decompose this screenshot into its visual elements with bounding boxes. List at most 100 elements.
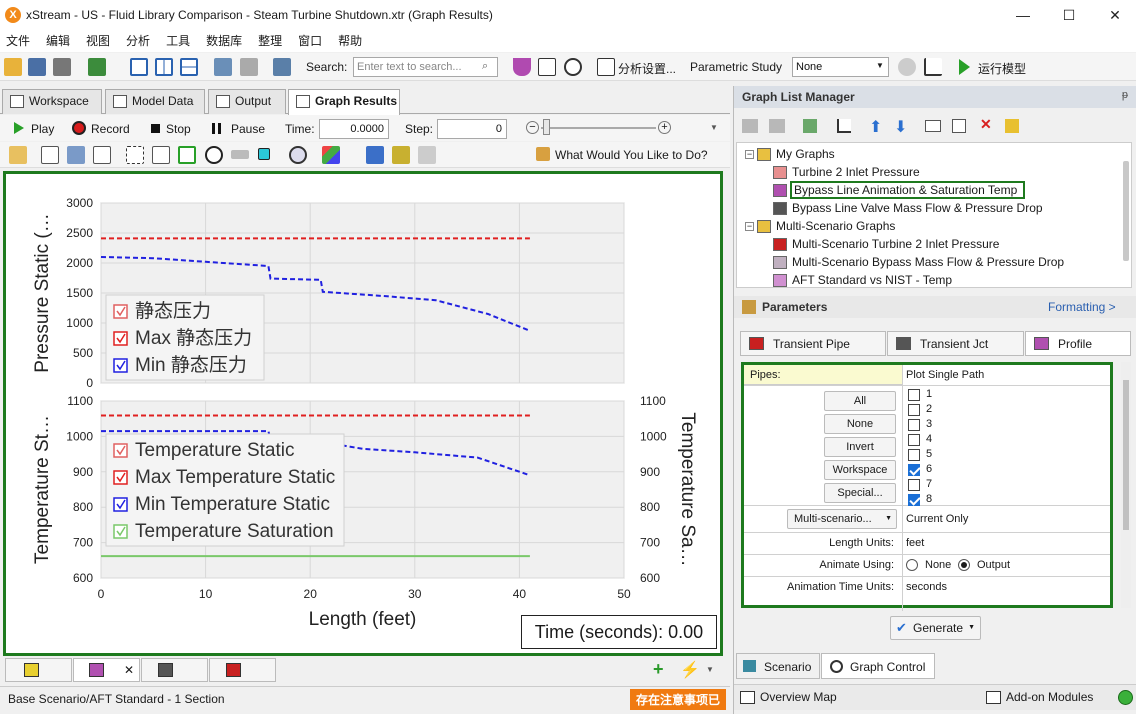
layout-split-horizontal-icon[interactable]	[180, 58, 198, 76]
pipe-checkbox[interactable]	[908, 449, 920, 461]
special-button[interactable]: Special...	[824, 483, 896, 503]
zoom-out-icon[interactable]: −	[526, 121, 539, 134]
chart-icon[interactable]	[924, 58, 942, 76]
tab-transient-jct[interactable]: Transient Jct	[887, 331, 1024, 356]
pipe-checkbox[interactable]	[908, 464, 920, 476]
scrollbar[interactable]	[1121, 362, 1131, 608]
close-button[interactable]: ✕	[1092, 0, 1136, 30]
chevron-down-icon[interactable]: ▼	[706, 665, 714, 674]
tab-graph-control[interactable]: Graph Control	[821, 653, 935, 679]
edit-graph-icon[interactable]	[9, 146, 27, 164]
play-button[interactable]: Play	[31, 122, 54, 136]
run-model-button[interactable]: 运行模型	[978, 60, 1026, 77]
network-icon[interactable]	[538, 58, 556, 76]
tree-graph-item[interactable]: Bypass Line Animation & Saturation Temp	[790, 181, 1026, 199]
add-series-icon[interactable]	[366, 146, 384, 164]
duplicate-icon[interactable]	[952, 119, 966, 133]
graph-tab-1[interactable]	[5, 658, 72, 682]
time-slider-handle[interactable]	[543, 119, 550, 135]
multi-scenario-select[interactable]: Multi-scenario... ▼	[787, 509, 897, 529]
tab-transient-pipe[interactable]: Transient Pipe	[740, 331, 886, 356]
step-input[interactable]: 0	[437, 119, 507, 139]
pipe-checkbox[interactable]	[908, 494, 920, 506]
crosshair-icon[interactable]	[205, 146, 223, 164]
move-down-icon[interactable]: ⬇	[894, 117, 907, 137]
menu-help[interactable]: 帮助	[330, 30, 370, 52]
tree-graph-item[interactable]: Turbine 2 Inlet Pressure	[792, 165, 920, 179]
none-button[interactable]: None	[824, 414, 896, 434]
line-style-icon[interactable]	[322, 146, 340, 164]
addon-modules-button[interactable]: Add-on Modules	[1006, 690, 1093, 704]
pipe-checkbox[interactable]	[908, 434, 920, 446]
graph-tab-4[interactable]	[209, 658, 276, 682]
checklist-icon[interactable]	[273, 58, 291, 76]
help-search-link[interactable]: What Would You Like to Do?	[555, 148, 708, 162]
analysis-settings-button[interactable]: 分析设置...	[618, 60, 676, 77]
run-icon[interactable]	[959, 59, 970, 75]
select-icon[interactable]	[126, 146, 144, 164]
parametric-study-select[interactable]: None	[792, 57, 889, 77]
gear-icon[interactable]	[564, 58, 582, 76]
length-units-value[interactable]: feet	[906, 537, 924, 549]
generate-button[interactable]: ✔ Generate ▼	[890, 616, 981, 640]
rename-icon[interactable]	[925, 120, 941, 132]
lightning-icon[interactable]: ⚡	[680, 660, 700, 680]
pause-button[interactable]: Pause	[231, 122, 265, 136]
formatting-link[interactable]: Formatting >	[1048, 300, 1116, 314]
tab-scenario[interactable]: Scenario	[736, 653, 820, 679]
search-input[interactable]: Enter text to search...	[353, 57, 498, 77]
new-folder-icon[interactable]	[742, 119, 758, 133]
menu-edit[interactable]: 编辑	[38, 30, 78, 52]
time-slider[interactable]	[541, 127, 656, 129]
tree-graph-item[interactable]: Multi-Scenario Turbine 2 Inlet Pressure	[792, 237, 999, 251]
legend-icon[interactable]	[152, 146, 170, 164]
menu-tools[interactable]: 工具	[158, 30, 198, 52]
collapse-icon[interactable]: −	[745, 222, 754, 231]
refresh-icon[interactable]	[803, 119, 817, 133]
hierarchy-icon[interactable]	[214, 58, 232, 76]
pipe-checkbox[interactable]	[908, 404, 920, 416]
menu-view[interactable]: 视图	[78, 30, 118, 52]
table-icon[interactable]	[93, 146, 111, 164]
add-graph-icon[interactable]: +	[653, 660, 664, 678]
tab-workspace[interactable]: Workspace	[2, 89, 102, 114]
export-icon[interactable]	[88, 58, 106, 76]
tree-graph-item[interactable]: Bypass Line Valve Mass Flow & Pressure D…	[792, 201, 1043, 215]
overview-map-button[interactable]: Overview Map	[760, 690, 837, 704]
tab-output[interactable]: Output	[208, 89, 286, 114]
chart-icon[interactable]	[837, 119, 851, 133]
scrollbar-thumb[interactable]	[1123, 380, 1129, 530]
workspace-button[interactable]: Workspace	[824, 460, 896, 480]
tree-graph-item[interactable]: AFT Standard vs NIST - Temp	[792, 273, 952, 287]
copy-graph-icon[interactable]	[769, 119, 785, 133]
tab-profile[interactable]: Profile	[1025, 331, 1131, 356]
invert-button[interactable]: Invert	[824, 437, 896, 457]
all-button[interactable]: All	[824, 391, 896, 411]
minimize-button[interactable]: —	[1000, 0, 1046, 30]
search-icon[interactable]: ⌕	[482, 60, 488, 73]
pipe-checkbox[interactable]	[908, 389, 920, 401]
print-icon[interactable]	[53, 58, 71, 76]
delete-icon[interactable]: ✕	[980, 116, 992, 133]
label-icon[interactable]	[231, 150, 249, 159]
collapse-icon[interactable]: −	[745, 150, 754, 159]
maximize-button[interactable]: ☐	[1046, 0, 1092, 30]
analysis-settings-icon[interactable]	[597, 58, 615, 76]
flask-icon[interactable]	[513, 58, 531, 76]
chart-canvas[interactable]: 050010001500200025003000Pressure Static …	[6, 174, 720, 653]
animate-none-radio[interactable]	[906, 559, 918, 571]
pipe-checkbox[interactable]	[908, 479, 920, 491]
lock-icon[interactable]	[418, 146, 436, 164]
tree-folder[interactable]: My Graphs	[776, 147, 835, 161]
open-icon[interactable]	[4, 58, 22, 76]
image-icon[interactable]	[67, 146, 85, 164]
menu-analysis[interactable]: 分析	[118, 30, 158, 52]
chevron-down-icon[interactable]: ▼	[710, 123, 718, 132]
tab-graph-results[interactable]: Graph Results	[288, 89, 400, 115]
menu-arrange[interactable]: 整理	[250, 30, 290, 52]
tree-scrollbar[interactable]	[1123, 161, 1129, 261]
zoom-in-icon[interactable]: +	[658, 121, 671, 134]
close-icon[interactable]: ✕	[124, 663, 134, 677]
pin-icon[interactable]: ᵽ	[1122, 89, 1128, 101]
pipe-checkbox[interactable]	[908, 419, 920, 431]
